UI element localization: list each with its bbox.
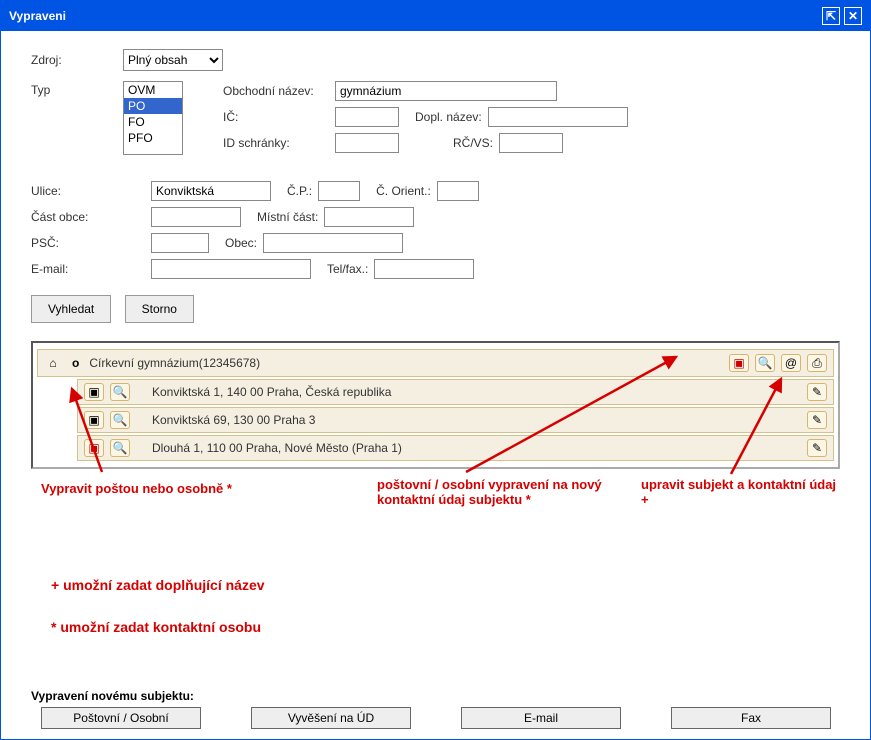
zdroj-label: Zdroj:: [31, 53, 123, 67]
arrow-icon: [426, 347, 686, 477]
address-edit-icon[interactable]: ✎: [807, 439, 827, 457]
address-edit-icon[interactable]: ✎: [807, 411, 827, 429]
ic-input[interactable]: [335, 107, 399, 127]
obec-label: Obec:: [225, 236, 257, 250]
footer-fax-button[interactable]: Fax: [671, 707, 831, 729]
id-schranky-input[interactable]: [335, 133, 399, 153]
zdroj-select[interactable]: Plný obsah: [123, 49, 223, 71]
rcvs-label: RČ/VS:: [453, 136, 493, 150]
id-schranky-label: ID schránky:: [223, 136, 335, 150]
telfax-input[interactable]: [374, 259, 474, 279]
psc-input[interactable]: [151, 233, 209, 253]
annotations: Vypravit poštou nebo osobně * poštovní /…: [31, 469, 840, 669]
email-input[interactable]: [151, 259, 311, 279]
cp-input[interactable]: [318, 181, 360, 201]
storno-button[interactable]: Storno: [125, 295, 194, 323]
address-edit-icon[interactable]: ✎: [807, 383, 827, 401]
telfax-label: Tel/fax.:: [327, 262, 368, 276]
rcvs-input[interactable]: [499, 133, 563, 153]
annotation-left: Vypravit poštou nebo osobně *: [41, 481, 232, 496]
corient-input[interactable]: [437, 181, 479, 201]
footer-email-button[interactable]: E-mail: [461, 707, 621, 729]
obchodni-nazev-input[interactable]: [335, 81, 557, 101]
vyhledat-button[interactable]: Vyhledat: [31, 295, 111, 323]
cp-label: Č.P.:: [287, 184, 312, 198]
titlebar: Vypraveni ⇱ ✕: [1, 1, 870, 31]
subject-badge: o: [72, 356, 79, 370]
footer-vyveseni-button[interactable]: Vyvěšení na ÚD: [251, 707, 411, 729]
obec-input[interactable]: [263, 233, 403, 253]
annotation-right: upravit subjekt a kontaktní údaj +: [641, 477, 841, 507]
typ-listbox[interactable]: OVM PO FO PFO: [123, 81, 183, 155]
footer-title: Vypravení novému subjektu:: [31, 689, 840, 703]
ulice-label: Ulice:: [31, 184, 151, 198]
home-icon: ⌂: [44, 356, 62, 370]
typ-option-pfo[interactable]: PFO: [124, 130, 182, 146]
subject-print-icon[interactable]: ⎙: [807, 354, 827, 372]
corient-label: Č. Orient.:: [376, 184, 431, 198]
annotation-note1: + umožní zadat doplňující název: [51, 577, 265, 593]
ulice-input[interactable]: [151, 181, 271, 201]
dopl-nazev-input[interactable]: [488, 107, 628, 127]
arrow-icon: [67, 377, 147, 477]
email-label: E-mail:: [31, 262, 151, 276]
titlebar-controls: ⇱ ✕: [822, 7, 862, 25]
mistnicast-label: Místní část:: [257, 210, 318, 224]
castobce-label: Část obce:: [31, 210, 151, 224]
obchodni-nazev-label: Obchodní název:: [223, 84, 335, 98]
footer-postovni-button[interactable]: Poštovní / Osobní: [41, 707, 201, 729]
annotation-middle: poštovní / osobní vypravení na nový kont…: [377, 477, 637, 507]
arrow-icon: [691, 369, 791, 479]
typ-option-fo[interactable]: FO: [124, 114, 182, 130]
typ-option-ovm[interactable]: OVM: [124, 82, 182, 98]
dopl-nazev-label: Dopl. název:: [415, 110, 482, 124]
mistnicast-input[interactable]: [324, 207, 414, 227]
psc-label: PSČ:: [31, 236, 151, 250]
typ-option-po[interactable]: PO: [124, 98, 182, 114]
typ-label: Typ: [31, 81, 123, 97]
close-button[interactable]: ✕: [844, 7, 862, 25]
ic-label: IČ:: [223, 110, 335, 124]
popout-button[interactable]: ⇱: [822, 7, 840, 25]
castobce-input[interactable]: [151, 207, 241, 227]
annotation-note2: * umožní zadat kontaktní osobu: [51, 619, 261, 635]
window-title: Vypraveni: [9, 9, 66, 23]
